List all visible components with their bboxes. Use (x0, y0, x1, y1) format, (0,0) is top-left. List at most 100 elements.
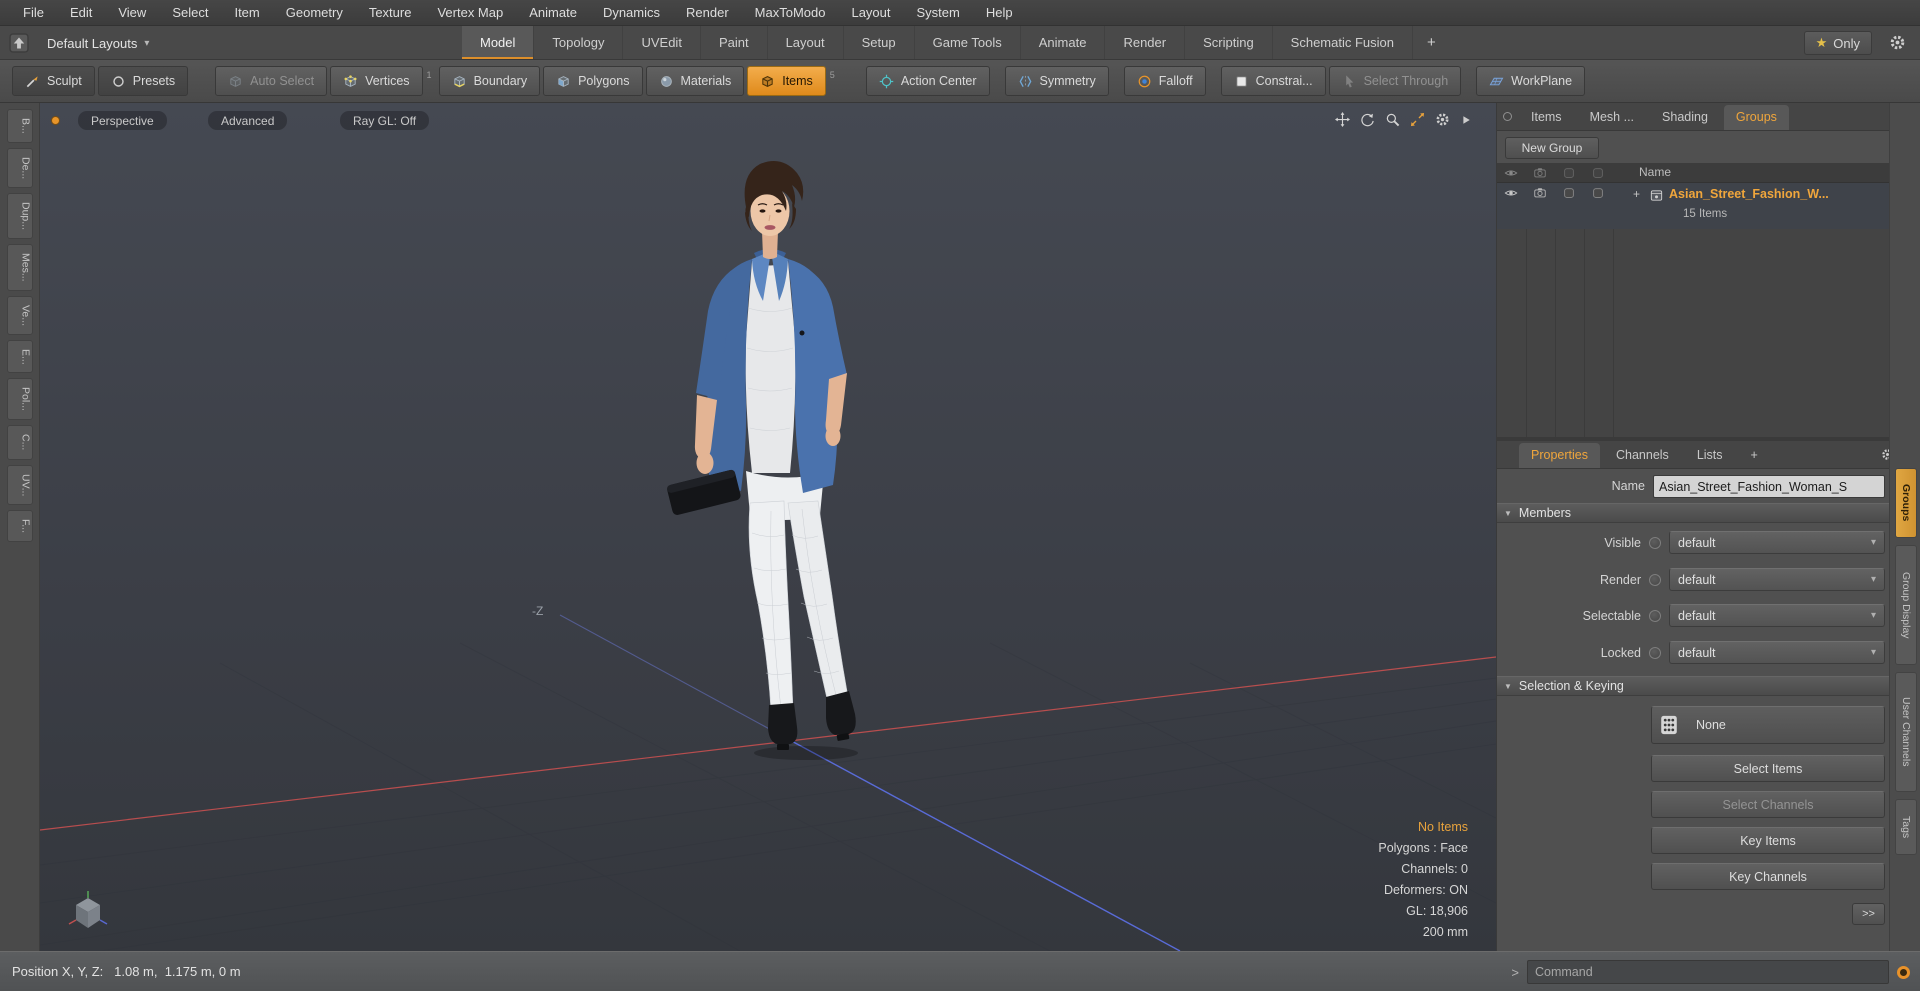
render-dropdown[interactable]: default ▾ (1669, 568, 1885, 591)
tab-game-tools[interactable]: Game Tools (915, 26, 1021, 59)
auto-select-button[interactable]: Auto Select (215, 66, 328, 96)
key-items-button[interactable]: Key Items (1651, 827, 1885, 854)
viewport-gear-icon[interactable] (1435, 112, 1450, 127)
play-icon[interactable] (1460, 114, 1472, 126)
expand-group-icon[interactable]: + (1633, 187, 1640, 201)
eye-icon[interactable] (1504, 186, 1518, 200)
select-channels-button[interactable]: Select Channels (1651, 791, 1885, 818)
tab-layout[interactable]: Layout (768, 26, 844, 59)
sculpt-button[interactable]: Sculpt (12, 66, 95, 96)
star-only-button[interactable]: ★ Only (1803, 31, 1872, 55)
selection-set-none-button[interactable]: None (1651, 706, 1885, 744)
tab-model[interactable]: Model (462, 26, 535, 59)
group-row-asian-street-fashion[interactable]: + Asian_Street_Fashion_W... 15 Items (1497, 183, 1889, 229)
tab-items[interactable]: Items (1519, 105, 1574, 130)
side-tab-tags[interactable]: Tags (1895, 799, 1917, 855)
gear-icon[interactable] (1889, 34, 1906, 51)
advanced-shading-button[interactable]: Advanced (208, 111, 288, 130)
action-center-button[interactable]: Action Center (865, 66, 990, 96)
rotate-icon[interactable] (1360, 112, 1375, 127)
constraint-button[interactable]: Constrai... (1220, 66, 1326, 96)
left-tab-deform[interactable]: De... (6, 147, 33, 188)
menu-render[interactable]: Render (673, 0, 742, 25)
tab-shading[interactable]: Shading (1650, 105, 1720, 130)
tab-topology[interactable]: Topology (534, 26, 624, 59)
menu-dynamics[interactable]: Dynamics (590, 0, 673, 25)
workplane-button[interactable]: WorkPlane (1476, 66, 1586, 96)
render-toggle[interactable] (1649, 574, 1661, 586)
tab-properties[interactable]: Properties (1519, 443, 1600, 468)
menu-file[interactable]: File (10, 0, 57, 25)
presets-button[interactable]: Presets (97, 66, 189, 96)
pin-layout-icon[interactable] (8, 32, 30, 54)
side-tab-user-channels[interactable]: User Channels (1895, 672, 1917, 792)
tab-channels[interactable]: Channels (1604, 443, 1681, 468)
panel-options-icon[interactable] (1503, 112, 1512, 121)
polygons-mode-button[interactable]: Polygons (543, 66, 643, 96)
left-tab-mesh[interactable]: Mes... (6, 243, 33, 291)
menu-view[interactable]: View (105, 0, 159, 25)
perspective-view-button[interactable]: Perspective (78, 111, 167, 130)
menu-edit[interactable]: Edit (57, 0, 105, 25)
left-tab-uv[interactable]: UV... (6, 464, 33, 505)
boundary-mode-button[interactable]: Boundary (438, 66, 541, 96)
left-tab-vertex[interactable]: Ve... (6, 295, 33, 335)
toggle-box-icon[interactable] (1591, 186, 1605, 200)
tab-scripting[interactable]: Scripting (1185, 26, 1273, 59)
new-group-button[interactable]: New Group (1505, 137, 1599, 159)
vertices-mode-button[interactable]: Vertices (330, 66, 423, 96)
menu-help[interactable]: Help (973, 0, 1026, 25)
left-tab-falloffs[interactable]: F... (6, 510, 33, 543)
side-tab-group-display[interactable]: Group Display (1895, 545, 1917, 665)
members-section-header[interactable]: ▼ Members (1497, 503, 1889, 523)
ray-gl-button[interactable]: Ray GL: Off (340, 111, 430, 130)
menu-layout[interactable]: Layout (838, 0, 903, 25)
symmetry-button[interactable]: Symmetry (1004, 66, 1109, 96)
menu-item[interactable]: Item (221, 0, 272, 25)
tab-render[interactable]: Render (1105, 26, 1186, 59)
select-through-button[interactable]: Select Through (1328, 66, 1462, 96)
menu-vertex-map[interactable]: Vertex Map (424, 0, 516, 25)
items-mode-button[interactable]: Items (747, 66, 826, 96)
add-panel-tab-button[interactable]: + (1739, 443, 1770, 468)
select-items-button[interactable]: Select Items (1651, 755, 1885, 782)
selection-keying-section-header[interactable]: ▼ Selection & Keying (1497, 676, 1889, 696)
materials-mode-button[interactable]: Materials (645, 66, 745, 96)
tab-uvedit[interactable]: UVEdit (623, 26, 701, 59)
expand-panel-button[interactable]: >> (1852, 903, 1885, 925)
tab-lists[interactable]: Lists (1685, 443, 1735, 468)
render-toggle-icon[interactable] (1533, 186, 1547, 200)
tab-mesh-ops[interactable]: Mesh ... (1578, 105, 1646, 130)
add-layout-tab-button[interactable]: + (1413, 26, 1450, 59)
falloff-button[interactable]: Falloff (1123, 66, 1206, 96)
side-tab-groups[interactable]: Groups (1895, 468, 1917, 538)
left-tab-curves[interactable]: C... (6, 425, 33, 460)
left-tab-polygon[interactable]: Pol... (6, 378, 33, 421)
tab-setup[interactable]: Setup (844, 26, 915, 59)
selectable-dropdown[interactable]: default ▾ (1669, 604, 1885, 627)
menu-animate[interactable]: Animate (516, 0, 590, 25)
tab-animate[interactable]: Animate (1021, 26, 1106, 59)
viewport-options-icon[interactable] (51, 116, 60, 125)
selectable-toggle[interactable] (1649, 610, 1661, 622)
command-history-icon[interactable] (1897, 965, 1910, 979)
locked-toggle[interactable] (1649, 647, 1661, 659)
left-tab-duplicate[interactable]: Dup... (6, 192, 33, 239)
layout-switcher[interactable]: Default Layouts ▾ (38, 32, 158, 54)
left-tab-basic[interactable]: B... (6, 109, 33, 143)
command-input[interactable] (1527, 960, 1889, 984)
key-channels-button[interactable]: Key Channels (1651, 863, 1885, 890)
locked-dropdown[interactable]: default ▾ (1669, 641, 1885, 664)
visible-dropdown[interactable]: default ▾ (1669, 531, 1885, 554)
tab-groups[interactable]: Groups (1723, 105, 1789, 130)
menu-system[interactable]: System (904, 0, 973, 25)
visible-toggle[interactable] (1649, 537, 1661, 549)
pan-icon[interactable] (1335, 112, 1350, 127)
menu-select[interactable]: Select (159, 0, 221, 25)
menu-maxtomodo[interactable]: MaxToModo (742, 0, 839, 25)
menu-texture[interactable]: Texture (356, 0, 425, 25)
tab-schematic-fusion[interactable]: Schematic Fusion (1273, 26, 1413, 59)
3d-viewport[interactable]: -Z Perspective Advanced Ray GL: Off No I… (40, 103, 1496, 951)
maximize-icon[interactable] (1410, 112, 1425, 127)
left-tab-edge[interactable]: E... (6, 339, 33, 374)
